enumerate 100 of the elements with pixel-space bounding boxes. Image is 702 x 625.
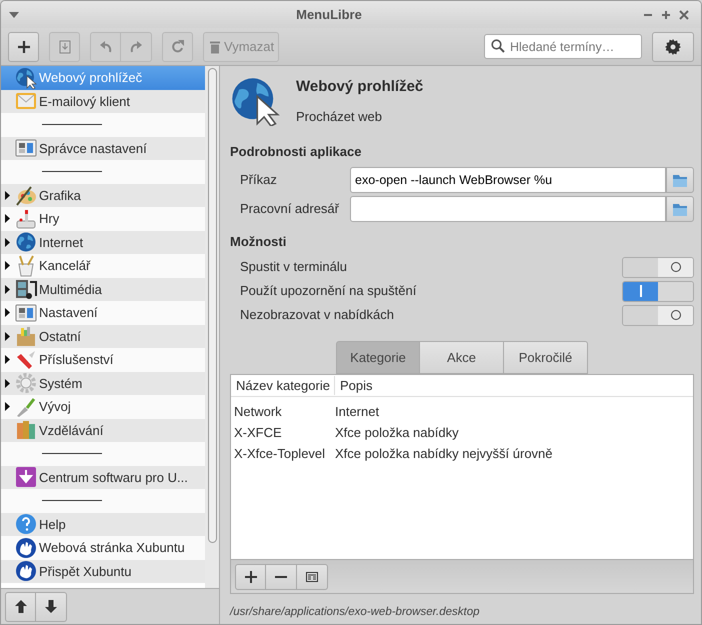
- box-icon: [15, 325, 37, 348]
- add-icon: [244, 570, 256, 582]
- browse-button[interactable]: [666, 167, 694, 193]
- joystick-icon: [15, 208, 37, 230]
- sidebar-item[interactable]: E-mailový klient: [1, 90, 205, 113]
- table-cell-text: X-XFCE: [233, 424, 283, 442]
- table-cell-text: Internet: [335, 402, 380, 421]
- undo-icon: [98, 40, 112, 54]
- expander-icon[interactable]: [5, 402, 10, 412]
- expander-icon[interactable]: [5, 238, 10, 247]
- table-cell-text: Xfce položka nabídky nejvyšší úrovně: [335, 444, 553, 463]
- expander-icon[interactable]: [5, 190, 10, 200]
- file-path: /usr/share/applications/exo-web-browser.desktop: [230, 605, 481, 620]
- expander-icon[interactable]: [5, 308, 10, 318]
- sidebar-item[interactable]: Internet: [1, 230, 205, 254]
- sidebar-item[interactable]: Help: [1, 512, 205, 536]
- window-title: MenuLibre: [295, 6, 363, 24]
- sidebar-item[interactable]: Nastavení: [1, 301, 205, 324]
- off-circle-icon: [670, 261, 682, 273]
- text-field[interactable]: [350, 196, 666, 222]
- globe-icon: [230, 76, 280, 126]
- folder-icon: [673, 202, 687, 216]
- down-arrow-icon: [45, 600, 57, 613]
- sidebar-item[interactable]: Grafika: [1, 184, 205, 207]
- add-button[interactable]: [235, 564, 266, 590]
- maximize-icon: [661, 10, 671, 20]
- settings-panel-icon: [15, 137, 37, 160]
- section-heading: Podrobnosti aplikace: [230, 143, 362, 161]
- browse-button[interactable]: [666, 196, 694, 222]
- sidebar-item[interactable]: Přispět Xubuntu: [1, 560, 205, 583]
- table-cell-text: Network: [233, 402, 283, 421]
- globe-icon: [15, 66, 37, 89]
- settings-icon: [665, 38, 681, 54]
- sidebar-item[interactable]: Centrum softwaru pro U...: [1, 466, 205, 489]
- edit-button[interactable]: [297, 564, 328, 590]
- expander-icon[interactable]: [5, 355, 10, 364]
- column-header[interactable]: Popis: [335, 376, 378, 396]
- move-up-button[interactable]: [5, 592, 36, 622]
- window-menu-icon[interactable]: [9, 12, 19, 18]
- save-icon: [58, 40, 72, 54]
- sidebar-item[interactable]: Multimédia: [1, 278, 205, 301]
- sidebar-item[interactable]: Vzdělávání: [1, 418, 205, 442]
- move-down-button[interactable]: [36, 592, 67, 622]
- sidebar-item[interactable]: Ostatní: [1, 324, 205, 348]
- app-comment: Procházet web: [296, 108, 383, 126]
- list-edit-icon: [306, 570, 318, 582]
- sidebar-item[interactable]: Hry: [1, 207, 205, 230]
- remove-button[interactable]: [266, 564, 297, 590]
- option-label: Použít upozornění na spuštění: [240, 282, 416, 300]
- option-label: Spustit v terminálu: [240, 258, 347, 276]
- off-circle-icon: [670, 309, 682, 321]
- table-cell-text: Xfce položka nabídky: [335, 424, 459, 442]
- trowel-icon: [15, 396, 37, 418]
- up-arrow-icon: [14, 600, 26, 613]
- expander-icon[interactable]: [5, 261, 10, 270]
- globe-icon: [15, 231, 37, 254]
- toggle-switch[interactable]: [622, 280, 694, 302]
- separator-line: [42, 171, 102, 172]
- tab[interactable]: Kategorie: [336, 341, 420, 374]
- hand-icon: [15, 536, 37, 559]
- hand-icon: [15, 560, 37, 582]
- sidebar-item[interactable]: Systém: [1, 372, 205, 395]
- books-icon: [15, 419, 37, 442]
- sidebar-item[interactable]: Správce nastavení: [1, 136, 205, 160]
- separator-line: [42, 124, 102, 126]
- folder-icon: [673, 174, 687, 186]
- option-label: Nezobrazovat v nabídkách: [240, 306, 394, 324]
- field-label: Příkaz: [240, 171, 278, 190]
- close-icon: [679, 10, 689, 20]
- column-header[interactable]: Název kategorie: [231, 376, 335, 396]
- palette-icon: [15, 184, 37, 206]
- separator-line: [42, 453, 102, 454]
- text-field[interactable]: exo-open --launch WebBrowser %u: [350, 167, 666, 193]
- expander-icon[interactable]: [5, 378, 10, 388]
- sidebar-item[interactable]: Kancelář: [1, 254, 205, 278]
- gear-icon: [15, 372, 37, 394]
- sidebar-item[interactable]: Webová stránka Xubuntu: [1, 536, 205, 560]
- field-label: Pracovní adresář: [240, 200, 340, 218]
- settings-button[interactable]: [652, 32, 694, 62]
- add-icon: [16, 40, 30, 54]
- refresh-icon: [170, 40, 184, 54]
- search-field[interactable]: Hledané termíny…: [484, 34, 642, 59]
- expander-icon[interactable]: [5, 332, 10, 341]
- toggle-switch[interactable]: [622, 256, 694, 278]
- expander-icon[interactable]: [5, 284, 10, 294]
- scrollbar[interactable]: [205, 66, 219, 588]
- trash-icon: [208, 40, 222, 54]
- sidebar-item[interactable]: Příslušenství: [1, 348, 205, 372]
- expander-icon[interactable]: [5, 214, 10, 224]
- section-heading: Možnosti: [230, 232, 288, 250]
- tab[interactable]: Akce: [420, 341, 504, 374]
- tab[interactable]: Pokročilé: [504, 341, 588, 374]
- settings-panel-icon: [15, 302, 37, 324]
- separator-line: [42, 500, 102, 502]
- sidebar-item[interactable]: Vývoj: [1, 395, 205, 418]
- add-button[interactable]: [8, 32, 39, 62]
- table-cell-text: X-Xfce-Toplevel: [233, 444, 326, 463]
- app-name: Webový prohlížeč: [296, 77, 424, 97]
- toggle-switch[interactable]: [622, 304, 694, 326]
- film-music-icon: [15, 278, 37, 300]
